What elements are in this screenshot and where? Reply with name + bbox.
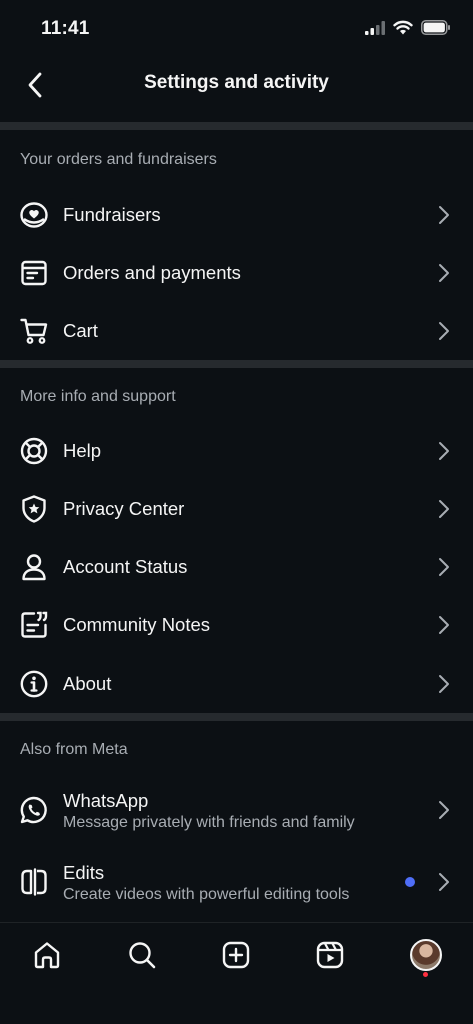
edits-icon	[18, 866, 50, 898]
menu-item-label: Orders and payments	[63, 262, 241, 283]
cellular-signal-icon	[365, 20, 385, 35]
create-plus-icon	[222, 941, 250, 969]
nav-search[interactable]	[122, 935, 162, 975]
search-icon	[129, 942, 156, 969]
chevron-right-icon	[439, 801, 449, 819]
nav-profile[interactable]	[406, 935, 446, 975]
status-bar: 11:41	[0, 0, 473, 60]
new-badge-dot	[405, 877, 415, 887]
menu-item-account-status[interactable]: Account Status	[0, 539, 473, 595]
bottom-nav	[0, 922, 473, 1024]
menu-item-privacy-center[interactable]: Privacy Center	[0, 481, 473, 537]
lifebuoy-icon	[18, 435, 50, 467]
chevron-right-icon	[439, 558, 449, 576]
nav-reels[interactable]	[310, 935, 350, 975]
orders-box-icon	[18, 257, 50, 289]
chevron-right-icon	[439, 322, 449, 340]
menu-item-label: WhatsApp	[63, 790, 149, 811]
community-notes-icon	[18, 609, 50, 641]
fundraiser-heart-icon	[18, 199, 50, 231]
section-divider	[0, 360, 473, 368]
chevron-right-icon	[439, 206, 449, 224]
menu-item-about[interactable]: About	[0, 656, 473, 712]
menu-item-label: Edits	[63, 862, 105, 883]
menu-item-label: Community Notes	[63, 614, 211, 635]
home-icon	[34, 942, 60, 969]
menu-item-fundraisers[interactable]: Fundraisers	[0, 187, 473, 243]
chevron-right-icon	[439, 616, 449, 634]
cart-icon	[18, 315, 50, 347]
menu-item-cart[interactable]: Cart	[0, 303, 473, 359]
section-title-orders: Your orders and fundraisers	[20, 151, 217, 168]
shield-star-icon	[18, 493, 50, 525]
status-icons	[365, 20, 451, 35]
battery-icon	[421, 20, 450, 35]
nav-create[interactable]	[216, 935, 256, 975]
wifi-icon	[393, 20, 413, 35]
whatsapp-icon	[18, 794, 50, 826]
chevron-right-icon	[439, 500, 449, 518]
section-divider	[0, 122, 473, 130]
menu-item-subtitle: Create videos with powerful editing tool…	[63, 886, 350, 903]
menu-item-whatsapp[interactable]: WhatsApp Message privately with friends …	[0, 782, 473, 838]
section-divider	[0, 713, 473, 721]
chevron-right-icon	[439, 675, 449, 693]
profile-avatar	[410, 939, 442, 971]
status-time: 11:41	[41, 18, 90, 39]
chevron-right-icon	[439, 873, 449, 891]
menu-item-orders-and-payments[interactable]: Orders and payments	[0, 245, 473, 301]
info-icon	[18, 668, 50, 700]
menu-item-label: Help	[63, 440, 102, 461]
menu-item-community-notes[interactable]: Community Notes	[0, 597, 473, 653]
notification-dot	[423, 972, 428, 977]
menu-item-label: Cart	[63, 320, 98, 341]
chevron-right-icon	[439, 442, 449, 460]
section-title-info-support: More info and support	[20, 388, 176, 405]
chevron-right-icon	[439, 264, 449, 282]
header: Settings and activity	[0, 60, 473, 110]
page-title: Settings and activity	[144, 72, 329, 93]
menu-item-label: About	[63, 673, 112, 694]
nav-home[interactable]	[27, 935, 67, 975]
menu-item-subtitle: Message privately with friends and famil…	[63, 814, 355, 831]
person-icon	[18, 551, 50, 583]
menu-item-help[interactable]: Help	[0, 423, 473, 479]
section-title-also-from-meta: Also from Meta	[20, 741, 128, 758]
menu-item-label: Privacy Center	[63, 498, 185, 519]
menu-item-label: Fundraisers	[63, 204, 161, 225]
menu-item-label: Account Status	[63, 556, 188, 577]
menu-item-edits[interactable]: Edits Create videos with powerful editin…	[0, 854, 473, 910]
reels-icon	[316, 941, 344, 969]
